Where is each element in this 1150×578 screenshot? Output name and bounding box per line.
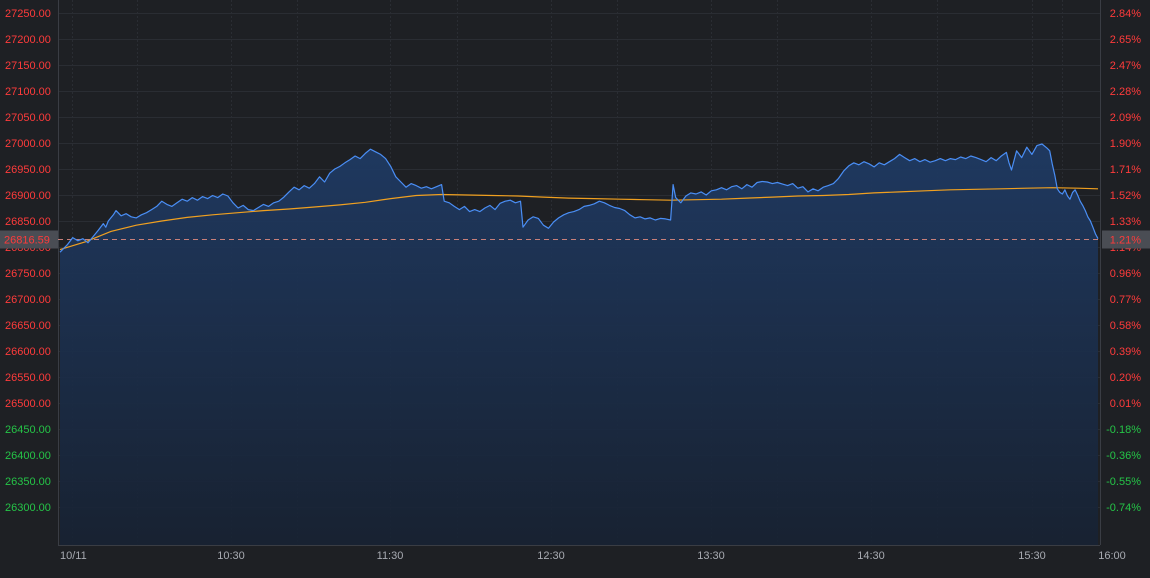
- y-tick-label-right: 0.58%: [1110, 320, 1141, 332]
- y-tick-label-left: 26850.00: [5, 216, 51, 228]
- y-tick-label-left: 26600.00: [5, 346, 51, 358]
- intraday-chart: 27250.00 27200.00 27150.00 27100.00 27050.00…: [0, 0, 1150, 573]
- x-tick-label: 13:30: [697, 550, 725, 562]
- y-tick-label-left: 26650.00: [5, 320, 51, 332]
- y-tick-label-right: -0.36%: [1106, 450, 1141, 462]
- y-tick-label-left: 26400.00: [5, 450, 51, 462]
- y-tick-label-right: 0.39%: [1110, 346, 1141, 358]
- y-tick-label-left: 27100.00: [5, 86, 51, 98]
- last-price-marker-left: 26816.59: [4, 235, 50, 247]
- y-tick-label-right: -0.74%: [1106, 502, 1141, 514]
- y-tick-label-right: 0.77%: [1110, 294, 1141, 306]
- y-tick-label-left: 26350.00: [5, 476, 51, 488]
- y-tick-label-right: 2.65%: [1110, 34, 1141, 46]
- x-tick-label: 10:30: [217, 550, 245, 562]
- y-tick-label-right: 0.01%: [1110, 398, 1141, 410]
- y-tick-label-left: 26450.00: [5, 424, 51, 436]
- y-tick-label-right: -0.18%: [1106, 424, 1141, 436]
- y-tick-label-right: 1.33%: [1110, 216, 1141, 228]
- y-tick-label-left: 27150.00: [5, 60, 51, 72]
- y-tick-label-right: 0.20%: [1110, 372, 1141, 384]
- x-tick-label: 11:30: [377, 550, 404, 562]
- y-tick-label-left: 26550.00: [5, 372, 51, 384]
- y-tick-label-right: 0.96%: [1110, 268, 1141, 280]
- x-tick-label: 15:30: [1018, 550, 1046, 562]
- x-tick-label: 14:30: [857, 550, 885, 562]
- y-tick-label-left: 26950.00: [5, 164, 51, 176]
- y-tick-label-right: -0.55%: [1106, 476, 1141, 488]
- y-tick-label-right: 1.90%: [1110, 138, 1141, 150]
- chart-svg: 27250.00 27200.00 27150.00 27100.00 27050.00…: [0, 0, 1150, 573]
- y-tick-label-right: 2.28%: [1110, 86, 1141, 98]
- x-tick-label: 10/11: [60, 550, 87, 562]
- x-tick-label: 12:30: [537, 550, 565, 562]
- y-tick-label-right: 2.09%: [1110, 112, 1141, 124]
- y-tick-label-left: 26500.00: [5, 398, 51, 410]
- x-tick-label: 16:00: [1098, 550, 1126, 562]
- y-tick-label-left: 27250.00: [5, 8, 51, 20]
- y-tick-label-left: 27050.00: [5, 112, 51, 124]
- y-tick-label-left: 26900.00: [5, 190, 51, 202]
- y-tick-label-right: 1.52%: [1110, 190, 1141, 202]
- y-tick-label-right: 2.84%: [1110, 8, 1141, 20]
- last-pct-marker-right: 1.21%: [1110, 235, 1141, 247]
- y-tick-label-left: 26750.00: [5, 268, 51, 280]
- y-tick-label-left: 26700.00: [5, 294, 51, 306]
- y-tick-label-left: 27000.00: [5, 138, 51, 150]
- y-tick-label-left: 27200.00: [5, 34, 51, 46]
- y-tick-label-left: 26300.00: [5, 502, 51, 514]
- y-tick-label-right: 1.71%: [1110, 164, 1141, 176]
- y-tick-label-right: 2.47%: [1110, 60, 1141, 72]
